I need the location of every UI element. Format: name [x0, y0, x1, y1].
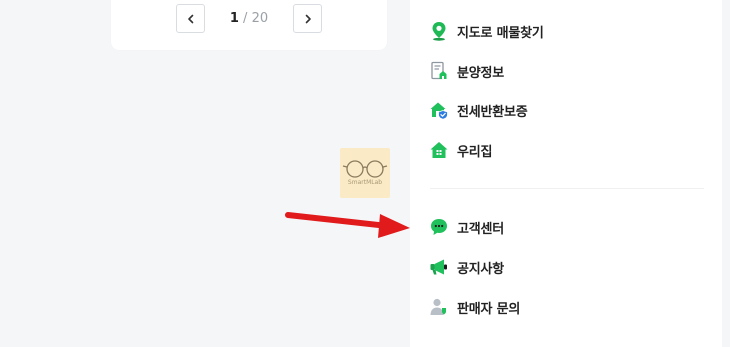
menu-item-presale-info[interactable]: 분양정보	[429, 59, 504, 83]
red-arrow-annotation	[285, 212, 410, 238]
results-card: 1 / 20	[111, 0, 387, 50]
menu-item-label: 우리집	[457, 144, 493, 160]
house-icon	[429, 140, 449, 160]
side-menu-panel: 지도로 매물찾기 분양정보 전세반환보증 우리집 고객센터 공지사항 판매자 문…	[410, 0, 722, 347]
chevron-right-icon	[303, 14, 313, 24]
menu-item-label: 고객센터	[457, 221, 505, 237]
building-doc-icon	[429, 61, 449, 81]
chevron-left-icon	[186, 14, 196, 24]
menu-item-label: 지도로 매물찾기	[457, 25, 544, 41]
menu-item-my-home[interactable]: 우리집	[429, 138, 492, 162]
megaphone-icon	[429, 257, 449, 277]
watermark-logo: SmartMLab	[340, 148, 390, 198]
menu-item-label: 전세반환보증	[457, 104, 528, 120]
watermark-text: SmartMLab	[347, 179, 383, 186]
total-pages: / 20	[238, 11, 269, 26]
chat-bubble-icon	[429, 217, 449, 237]
prev-page-button[interactable]	[176, 4, 205, 33]
page-indicator: 1 / 20	[205, 11, 293, 26]
next-page-button[interactable]	[293, 4, 322, 33]
house-shield-icon	[429, 100, 449, 120]
menu-item-notices[interactable]: 공지사항	[429, 255, 504, 279]
pagination: 1 / 20	[111, 4, 387, 33]
menu-item-map-search[interactable]: 지도로 매물찾기	[429, 19, 544, 43]
menu-item-label: 공지사항	[457, 261, 505, 277]
menu-item-seller-inquiry[interactable]: 판매자 문의	[429, 295, 520, 319]
glasses-icon	[342, 160, 388, 178]
menu-item-label: 판매자 문의	[457, 301, 521, 317]
menu-item-customer-center[interactable]: 고객센터	[429, 215, 504, 239]
map-pin-icon	[429, 21, 449, 41]
seller-person-icon	[429, 297, 449, 317]
menu-item-deposit-guarantee[interactable]: 전세반환보증	[429, 98, 528, 122]
current-page: 1	[229, 11, 239, 26]
menu-item-label: 분양정보	[457, 65, 505, 81]
menu-divider	[430, 188, 704, 189]
